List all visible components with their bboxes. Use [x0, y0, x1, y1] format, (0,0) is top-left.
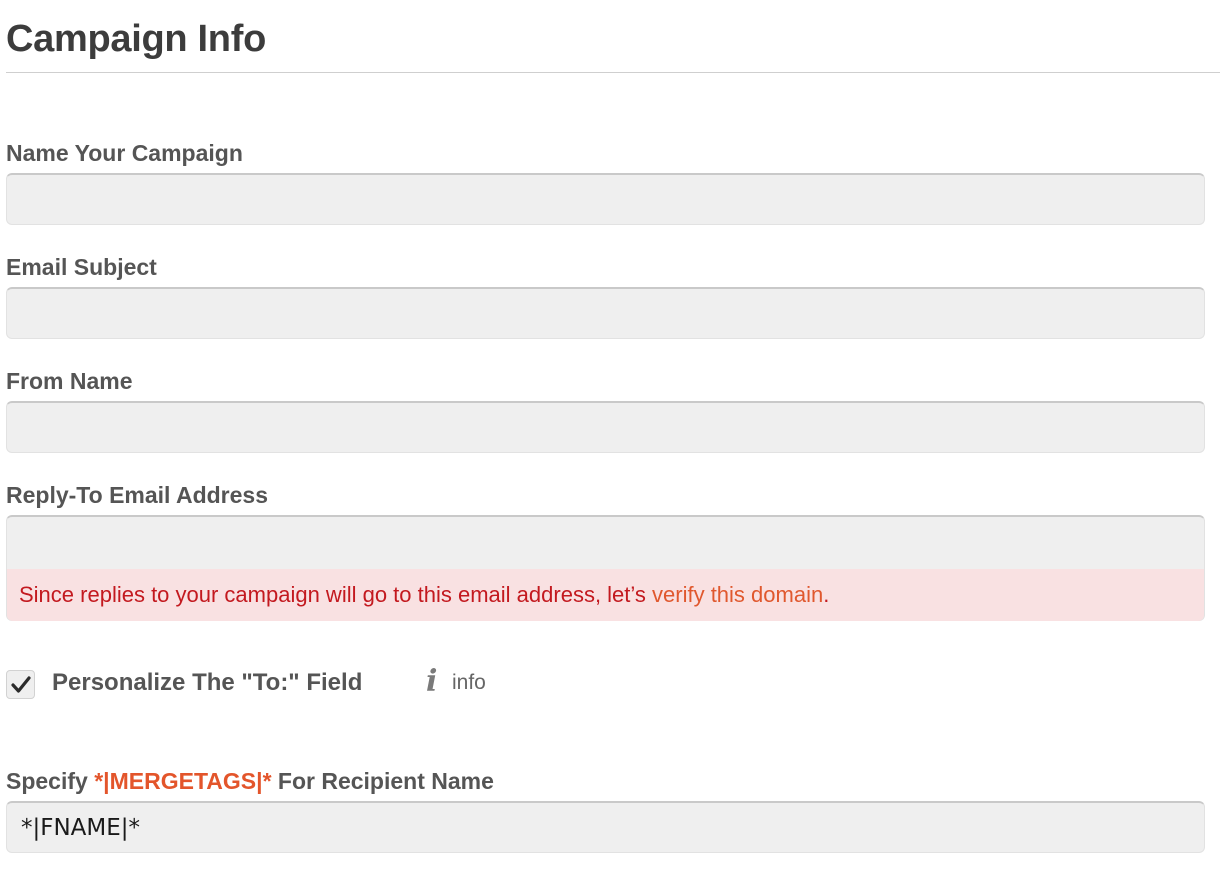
- domain-warning-text: Since replies to your campaign will go t…: [19, 582, 653, 607]
- from-name-label: From Name: [6, 368, 133, 394]
- title-divider: [6, 72, 1220, 73]
- email-subject-input[interactable]: [6, 287, 1205, 339]
- domain-warning: Since replies to your campaign will go t…: [7, 569, 1204, 621]
- merge-label-suffix: For Recipient Name: [271, 768, 494, 794]
- campaign-name-label: Name Your Campaign: [6, 140, 243, 166]
- personalize-label: Personalize The "To:" Field: [52, 669, 363, 696]
- merge-tags-link[interactable]: *|MERGETAGS|*: [94, 768, 271, 794]
- checkmark-icon: [11, 676, 31, 693]
- merge-label-prefix: Specify: [6, 768, 95, 794]
- campaign-info-page: Campaign Info Name Your Campaign Email S…: [0, 0, 1220, 890]
- page-title: Campaign Info: [6, 18, 266, 60]
- email-subject-label: Email Subject: [6, 254, 157, 280]
- info-icon[interactable]: i: [426, 664, 437, 699]
- from-name-input[interactable]: [6, 401, 1205, 453]
- domain-warning-end: .: [823, 582, 830, 607]
- campaign-name-input[interactable]: [6, 173, 1205, 225]
- info-link[interactable]: info: [452, 671, 486, 695]
- verify-domain-link[interactable]: verify this domain: [652, 582, 823, 607]
- personalize-checkbox[interactable]: [6, 670, 35, 699]
- reply-to-label: Reply-To Email Address: [6, 482, 269, 508]
- recipient-name-input[interactable]: [6, 801, 1205, 853]
- merge-tag-label: Specify *|MERGETAGS|* For Recipient Name: [6, 768, 494, 795]
- reply-to-input[interactable]: [7, 517, 1204, 569]
- reply-to-field-group: Since replies to your campaign will go t…: [6, 515, 1205, 621]
